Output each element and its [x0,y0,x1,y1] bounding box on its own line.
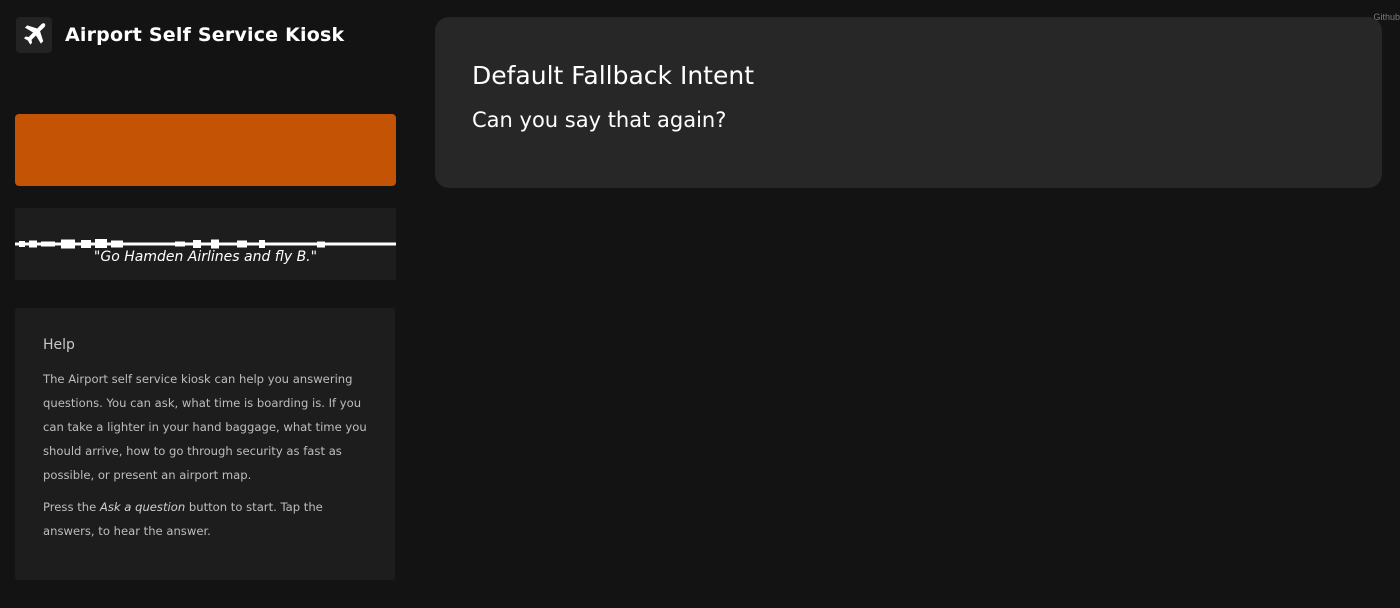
kiosk-page: Airport Self Service Kiosk Github "Go Ha… [0,0,1400,608]
intent-response: Can you say that again? [472,108,727,132]
answer-card[interactable]: Default Fallback Intent Can you say that… [435,17,1382,188]
voice-visualizer: "Go Hamden Airlines and fly B." [15,208,396,280]
intent-name: Default Fallback Intent [472,61,754,90]
brand-header: Airport Self Service Kiosk [16,17,344,53]
logo [16,17,52,53]
help-instructions: Press the Ask a question button to start… [43,495,367,543]
help-paragraph: The Airport self service kiosk can help … [43,372,367,482]
ask-question-button[interactable] [15,114,396,186]
help-panel: Help The Airport self service kiosk can … [15,308,395,580]
help-instructions-start: Press the [43,500,100,514]
voice-transcript: "Go Hamden Airlines and fly B." [93,249,318,265]
ask-question-reference: Ask a question [99,500,186,514]
airplane-icon [23,23,46,45]
app-title: Airport Self Service Kiosk [65,24,345,46]
help-title: Help [43,337,75,353]
